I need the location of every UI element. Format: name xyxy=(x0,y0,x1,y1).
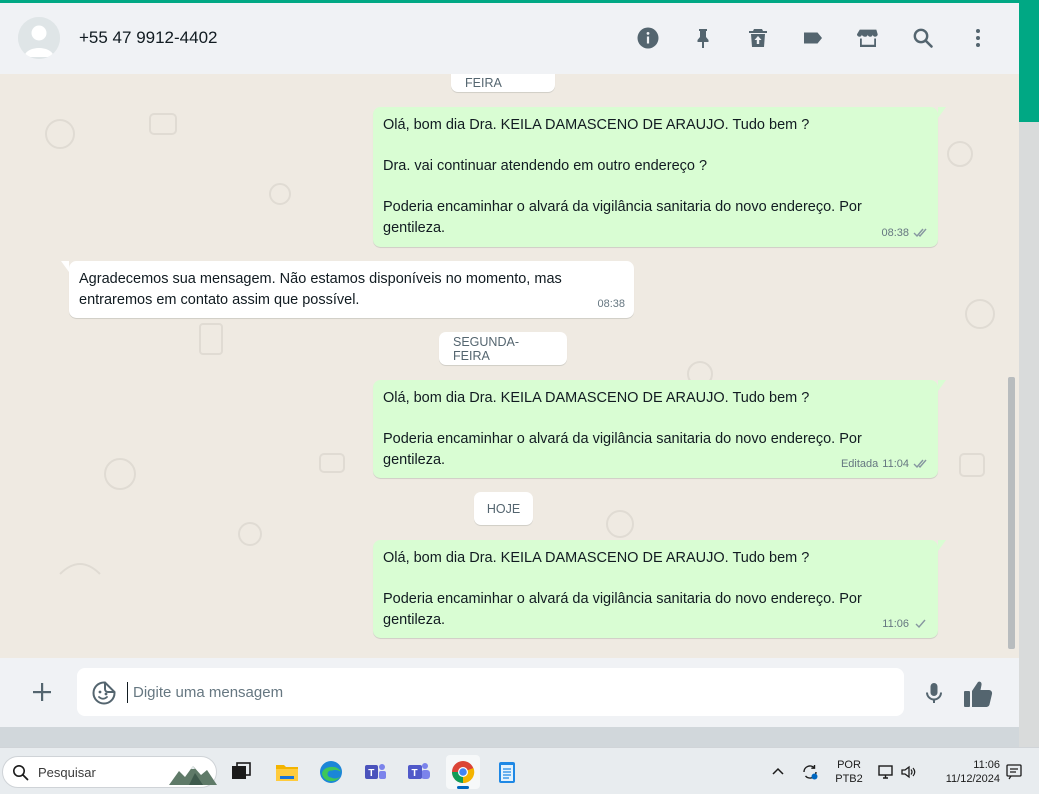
svg-text:T: T xyxy=(412,768,418,779)
whatsapp-window: +55 47 9912-4402 FEIRA Olá, bom dia Dra.… xyxy=(0,3,1019,727)
outgoing-message[interactable]: Olá, bom dia Dra. KEILA DAMASCENO DE ARA… xyxy=(373,540,946,638)
delete-icon[interactable] xyxy=(745,25,771,51)
clock-date: 11/12/2024 xyxy=(945,773,1000,785)
message-meta: 08:38 xyxy=(597,294,625,315)
contact-name[interactable]: +55 47 9912-4402 xyxy=(79,28,218,48)
message-time: 11:04 xyxy=(882,457,909,470)
edited-label: Editada xyxy=(840,457,879,470)
layout-code: PTB2 xyxy=(835,773,863,785)
message-text: Dra. vai continuar atendendo em outro en… xyxy=(383,158,708,174)
bubble-tail xyxy=(938,107,946,118)
catalog-icon[interactable] xyxy=(855,25,881,51)
file-explorer-icon[interactable] xyxy=(270,755,304,789)
search-icon xyxy=(13,765,29,781)
language-code: POR xyxy=(837,759,861,771)
message-text: entraremos em contato assim que possível… xyxy=(79,291,360,308)
message-time: 08:38 xyxy=(597,297,625,310)
contact-avatar[interactable] xyxy=(18,17,60,59)
sync-icon[interactable] xyxy=(798,748,822,794)
date-separator: SEGUNDA-FEIRA xyxy=(439,332,567,365)
microphone-icon[interactable] xyxy=(920,679,948,707)
chat-area[interactable]: SEXTA-FEIRA Olá, bom dia Dra. KEILA DAMA… xyxy=(0,74,1019,658)
taskbar-search[interactable]: Pesquisar xyxy=(2,756,217,788)
message-meta: Editada 11:04 xyxy=(841,454,929,475)
single-check-icon xyxy=(915,619,926,629)
search-highlight-image xyxy=(169,766,217,785)
system-clock[interactable]: 11:06 11/12/2024 xyxy=(930,758,1000,786)
edge-icon[interactable] xyxy=(314,755,348,789)
message-input-box[interactable] xyxy=(77,668,904,716)
outgoing-message[interactable]: Olá, bom dia Dra. KEILA DAMASCENO DE ARA… xyxy=(373,107,946,247)
message-text: Poderia encaminhar o alvará da vigilânci… xyxy=(383,591,862,607)
bubble-tail xyxy=(938,540,946,551)
thumbs-up-icon[interactable] xyxy=(962,679,994,709)
notepad-icon[interactable] xyxy=(490,755,524,789)
clock-time: 11:06 xyxy=(973,759,1000,771)
active-app-indicator xyxy=(457,786,469,789)
pin-icon[interactable] xyxy=(690,25,716,51)
chrome-icon[interactable] xyxy=(446,755,480,789)
message-text xyxy=(383,177,928,198)
date-separator: SEXTA-FEIRA xyxy=(451,74,555,92)
menu-icon[interactable] xyxy=(965,25,991,51)
svg-text:T: T xyxy=(368,768,374,779)
chat-header[interactable]: +55 47 9912-4402 xyxy=(0,3,1019,74)
task-view-icon[interactable] xyxy=(224,755,258,789)
keyboard-language[interactable]: POR PTB2 xyxy=(833,758,865,786)
message-text: Poderia encaminhar o alvará da vigilânci… xyxy=(383,431,862,447)
outgoing-message[interactable]: Olá, bom dia Dra. KEILA DAMASCENO DE ARA… xyxy=(373,380,946,478)
network-icon[interactable] xyxy=(875,748,897,794)
teams-work-icon[interactable]: T xyxy=(402,755,436,789)
side-gutter xyxy=(1019,122,1039,747)
message-time: 08:38 xyxy=(881,226,909,239)
bubble-tail xyxy=(61,261,69,272)
message-text: Olá, bom dia Dra. KEILA DAMASCENO DE ARA… xyxy=(383,390,810,406)
message-meta: 11:06 xyxy=(882,614,929,635)
chevron-up-icon[interactable] xyxy=(768,748,788,794)
search-icon[interactable] xyxy=(910,25,936,51)
double-check-icon xyxy=(913,459,927,469)
date-separator: HOJE xyxy=(474,492,533,525)
attach-plus-icon[interactable] xyxy=(29,679,55,705)
message-text: Olá, bom dia Dra. KEILA DAMASCENO DE ARA… xyxy=(383,117,810,133)
message-time: 11:06 xyxy=(882,617,909,630)
message-input[interactable] xyxy=(133,668,873,716)
message-text: Agradecemos sua mensagem. Não estamos di… xyxy=(79,271,562,287)
message-text xyxy=(383,569,928,590)
os-taskbar: Pesquisar T T POR PTB2 11:06 11/12/2024 xyxy=(0,747,1039,794)
message-text xyxy=(383,409,928,430)
message-text: Poderia encaminhar o alvará da vigilânci… xyxy=(383,199,862,215)
sticker-emoji-icon[interactable] xyxy=(91,680,117,706)
chat-scrollbar[interactable] xyxy=(1008,377,1015,649)
incoming-message[interactable]: Agradecemos sua mensagem. Não estamos di… xyxy=(61,261,634,318)
search-label: Pesquisar xyxy=(38,765,96,780)
message-text: Olá, bom dia Dra. KEILA DAMASCENO DE ARA… xyxy=(383,550,810,566)
teams-icon[interactable]: T xyxy=(358,755,392,789)
info-icon[interactable] xyxy=(635,25,661,51)
composer-bar xyxy=(0,658,1019,727)
bubble-tail xyxy=(938,380,946,391)
message-text: gentileza. xyxy=(383,611,446,628)
volume-icon[interactable] xyxy=(899,748,919,794)
default-avatar-icon xyxy=(18,17,60,59)
message-text xyxy=(383,136,928,157)
message-meta: 08:38 xyxy=(881,223,929,244)
notifications-icon[interactable] xyxy=(1003,748,1025,794)
message-text: gentileza. xyxy=(383,219,446,236)
text-caret xyxy=(127,682,128,703)
label-icon[interactable] xyxy=(800,25,826,51)
double-check-icon xyxy=(913,228,927,238)
side-accent-bar xyxy=(1019,0,1039,122)
